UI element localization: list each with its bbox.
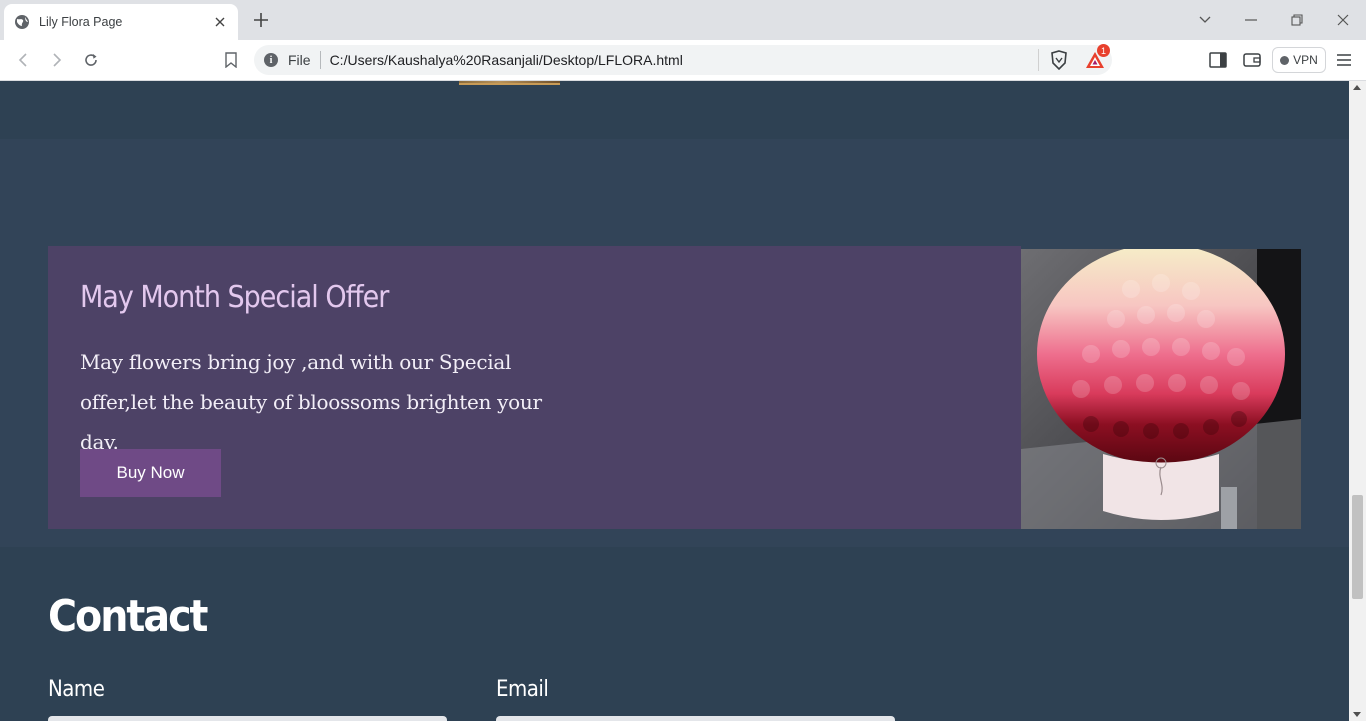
vpn-button[interactable]: VPN: [1272, 47, 1326, 73]
vpn-label: VPN: [1293, 53, 1318, 67]
rewards-badge: 1: [1097, 44, 1110, 57]
forward-icon[interactable]: [46, 49, 68, 71]
bookmark-icon[interactable]: [220, 49, 242, 71]
minimize-icon[interactable]: [1239, 8, 1263, 32]
address-bar[interactable]: i File C:/Users/Kaushalya%20Rasanjali/De…: [254, 44, 1112, 75]
close-icon[interactable]: [212, 14, 228, 30]
restore-icon[interactable]: [1285, 8, 1309, 32]
offer-description: May flowers bring joy ,and with our Spec…: [80, 350, 542, 454]
scroll-down-icon[interactable]: [1353, 712, 1361, 717]
previous-section: [0, 81, 1349, 139]
tab-strip: Lily Flora Page: [0, 0, 1366, 40]
email-field[interactable]: [496, 716, 895, 721]
previous-section-image: [459, 81, 560, 85]
scroll-up-icon[interactable]: [1353, 85, 1361, 90]
buy-now-button[interactable]: Buy Now: [80, 449, 221, 497]
rose-bouquet-image: [1021, 249, 1301, 529]
page-scrollbar[interactable]: [1349, 81, 1366, 721]
globe-icon: [14, 14, 30, 30]
browser-tab[interactable]: Lily Flora Page: [4, 4, 238, 40]
url-separator: [319, 51, 321, 69]
back-icon[interactable]: [12, 49, 34, 71]
close-window-icon[interactable]: [1331, 8, 1355, 32]
special-offer-card: May Month Special Offer May flowers brin…: [48, 246, 1021, 529]
browser-toolbar: i File C:/Users/Kaushalya%20Rasanjali/De…: [0, 40, 1366, 81]
info-icon[interactable]: i: [264, 53, 278, 67]
name-label: Name: [48, 677, 105, 702]
url-scheme: File: [288, 52, 311, 68]
tab-search-chevron-icon[interactable]: [1193, 8, 1217, 32]
page-viewport: May Month Special Offer May flowers brin…: [0, 81, 1349, 721]
reload-icon[interactable]: [80, 49, 102, 71]
sidebar-icon[interactable]: [1208, 50, 1228, 70]
offer-title: May Month Special Offer: [80, 280, 389, 315]
url-text[interactable]: C:/Users/Kaushalya%20Rasanjali/Desktop/L…: [330, 52, 1038, 68]
brave-rewards-icon[interactable]: 1: [1084, 44, 1110, 71]
tab-title: Lily Flora Page: [39, 15, 123, 29]
vpn-status-icon: [1280, 55, 1290, 65]
brave-shield-icon[interactable]: [1049, 50, 1069, 70]
email-label: Email: [496, 677, 549, 702]
omnibox-divider: [1038, 49, 1039, 71]
name-field[interactable]: [48, 716, 447, 721]
scrollbar-thumb[interactable]: [1352, 495, 1363, 599]
menu-icon[interactable]: [1334, 50, 1354, 70]
wallet-icon[interactable]: [1242, 50, 1262, 70]
new-tab-button[interactable]: [250, 9, 272, 31]
contact-heading: Contact: [48, 591, 208, 642]
